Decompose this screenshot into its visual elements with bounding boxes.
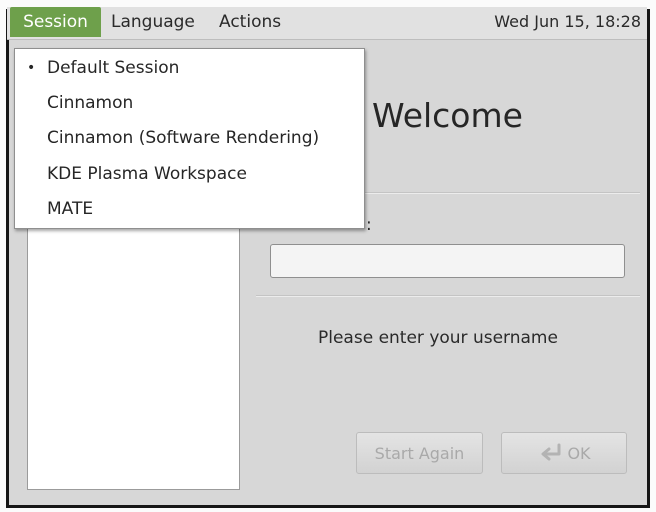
session-item-label: Default Session [47, 58, 180, 78]
menubar: Session Language Actions Wed Jun 15, 18:… [7, 7, 647, 40]
session-item-label: Cinnamon [47, 93, 134, 113]
session-item-kde-plasma[interactable]: KDE Plasma Workspace [15, 157, 364, 191]
clock: Wed Jun 15, 18:28 [494, 12, 641, 31]
prompt-message: Please enter your username [318, 328, 558, 348]
menu-actions[interactable]: Actions [219, 7, 281, 37]
session-item-cinnamon-software[interactable]: Cinnamon (Software Rendering) [15, 121, 364, 155]
session-item-default[interactable]: • Default Session [15, 51, 364, 85]
session-item-mate[interactable]: MATE [15, 192, 364, 226]
session-dropdown-menu: • Default Session Cinnamon Cinnamon (Sof… [14, 48, 365, 229]
start-again-button[interactable]: Start Again [356, 432, 483, 474]
welcome-title: Welcome [372, 96, 523, 135]
start-again-label: Start Again [374, 443, 465, 463]
session-item-label: Cinnamon (Software Rendering) [47, 128, 320, 148]
session-item-label: KDE Plasma Workspace [47, 164, 247, 184]
divider-highlight [256, 296, 640, 297]
user-list-panel[interactable] [27, 207, 240, 490]
selected-bullet-icon: • [27, 60, 36, 76]
ok-button[interactable]: OK [501, 432, 627, 474]
menu-session[interactable]: Session [10, 7, 101, 37]
session-item-cinnamon[interactable]: Cinnamon [15, 86, 364, 120]
username-input[interactable] [270, 244, 625, 278]
menu-language[interactable]: Language [111, 7, 195, 37]
session-item-label: MATE [47, 199, 94, 219]
ok-label: OK [567, 443, 591, 463]
enter-arrow-icon [537, 442, 563, 464]
prompt-label: : [366, 215, 372, 235]
